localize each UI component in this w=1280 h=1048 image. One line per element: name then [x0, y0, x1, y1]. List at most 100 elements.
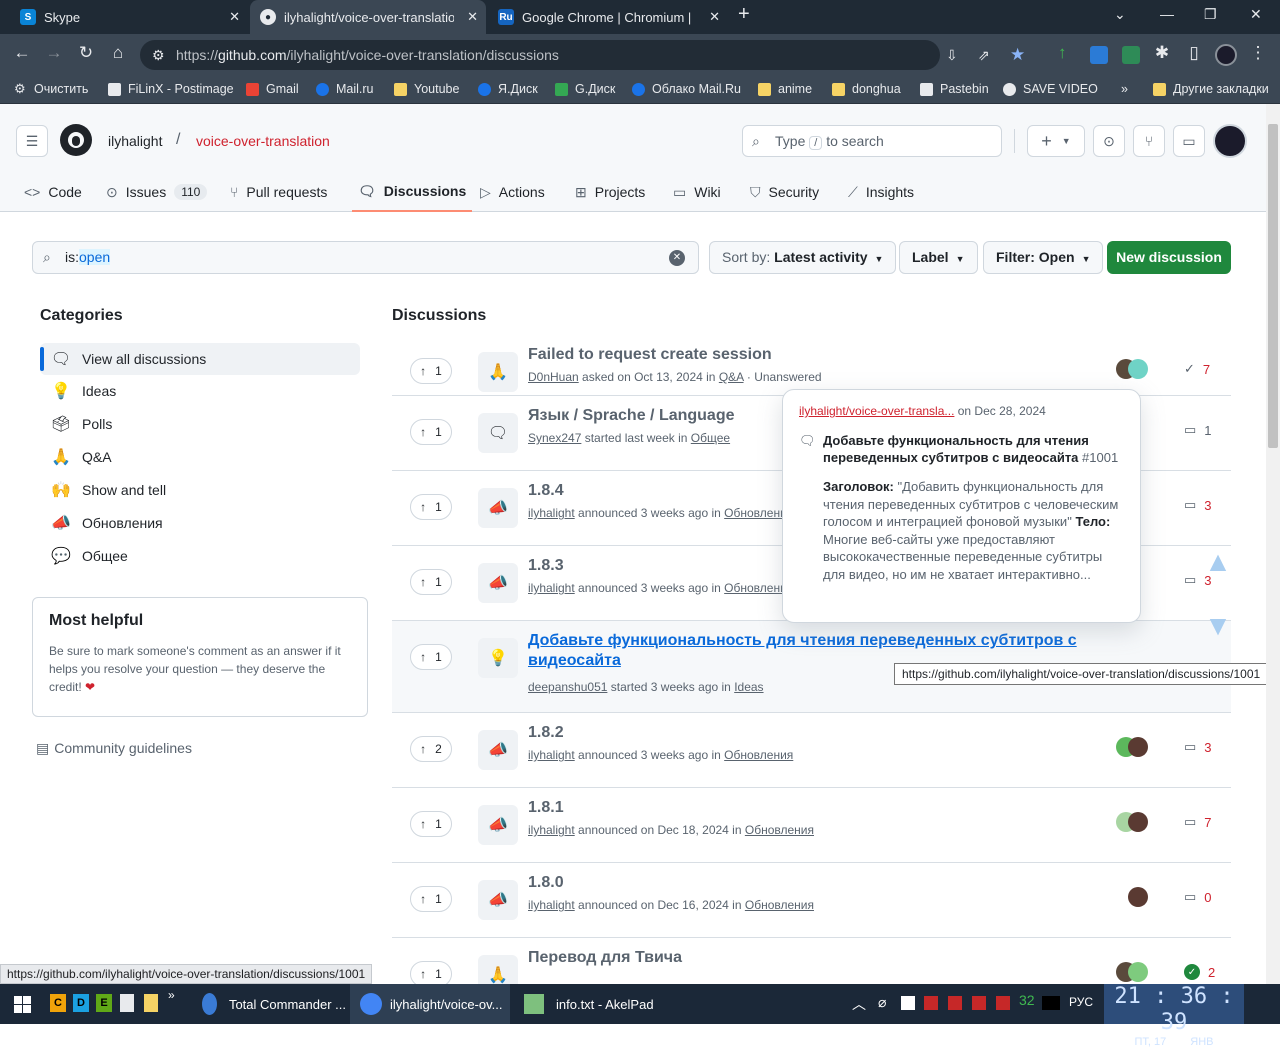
share-icon[interactable]: ⇗ — [978, 40, 990, 70]
clock[interactable]: 21 : 36 : 39 ПТ, 17 ЯНВ — [1104, 984, 1244, 1048]
taskbar-akelpad[interactable]: info.txt - AkelPad — [514, 984, 664, 1024]
github-logo-icon[interactable] — [60, 124, 92, 156]
discussion-row[interactable]: ↑ 1 📣 1.8.0 ilyhalight announced on Dec 1… — [392, 862, 1231, 937]
tab-search-icon[interactable]: ⌄ — [1114, 6, 1126, 23]
discussion-title[interactable]: 1.8.2 — [528, 724, 564, 742]
tab-actions[interactable]: ▷ Actions — [480, 172, 545, 212]
discussion-title[interactable]: 1.8.0 — [528, 874, 564, 892]
scroll-up-icon[interactable]: ▲ — [1203, 548, 1233, 576]
forward-icon[interactable]: → — [42, 43, 66, 63]
bookmark-item[interactable]: Pastebin — [920, 82, 989, 96]
category-updates[interactable]: 📣 Обновления — [40, 507, 360, 539]
paperclip-icon[interactable]: ⌀ — [878, 994, 886, 1011]
bookmark-star-icon[interactable]: ★ — [1010, 40, 1025, 70]
close-tab-icon[interactable]: ✕ — [467, 9, 478, 25]
avatar[interactable] — [1128, 359, 1148, 379]
upvote-button[interactable]: ↑ 1 — [410, 419, 452, 445]
restore-icon[interactable]: ❐ — [1204, 6, 1217, 23]
folder-icon[interactable] — [144, 994, 158, 1012]
discussion-row[interactable]: ↑ 1 📣 1.8.1 ilyhalight announced on Dec 1… — [392, 787, 1231, 862]
bookmark-item[interactable]: FiLinX - Postimage — [108, 82, 234, 96]
tab-code[interactable]: <> Code — [24, 172, 82, 212]
tray-counter[interactable]: 32 — [1019, 992, 1035, 1008]
tab-chrome-sf[interactable]: Ru Google Chrome | Chromium | SF ✕ — [488, 0, 728, 34]
hamburger-icon[interactable]: ☰ — [16, 125, 48, 157]
filter-dropdown[interactable]: Filter: Open ▼ — [983, 241, 1104, 274]
discussion-title[interactable]: Язык / Sprache / Language — [528, 407, 735, 425]
hovercard-title[interactable]: Добавьте функциональность для чтения пер… — [823, 433, 1089, 465]
upvote-button[interactable]: ↑ 1 — [410, 358, 452, 384]
language-indicator[interactable]: РУС — [1069, 995, 1093, 1009]
clear-search-icon[interactable]: ✕ — [669, 250, 685, 266]
tray-app-icon[interactable] — [996, 996, 1010, 1010]
upvote-button[interactable]: ↑ 1 — [410, 569, 452, 595]
shield-extension-icon[interactable] — [1122, 46, 1140, 64]
upvote-button[interactable]: ↑ 1 — [410, 886, 452, 912]
menu-icon[interactable]: ⋮ — [1246, 43, 1270, 63]
discussion-title[interactable]: Перевод для Твича — [528, 949, 682, 967]
repo-name-link[interactable]: voice-over-translation — [196, 133, 330, 149]
discussion-title[interactable]: 1.8.4 — [528, 482, 564, 500]
link-extension-icon[interactable] — [1090, 46, 1108, 64]
bookmark-item[interactable]: SAVE VIDEO — [1003, 82, 1098, 96]
bookmark-item[interactable]: ⚙ Очистить — [14, 81, 88, 96]
taskbar-total-commander[interactable]: Total Commander ... — [192, 984, 346, 1024]
tray-app-icon[interactable] — [901, 996, 915, 1010]
more-bookmarks[interactable]: » — [1121, 82, 1128, 96]
extensions-icon[interactable]: ✱ — [1150, 43, 1174, 63]
bookmark-item[interactable]: Youtube — [394, 82, 459, 96]
discussion-row[interactable]: ↑ 1 🙏 Перевод для Твича ✓ 2 — [392, 937, 1231, 984]
bookmark-item[interactable]: Mail.ru — [316, 82, 374, 96]
new-tab-button[interactable]: + — [738, 3, 750, 26]
bookmark-item[interactable]: Облако Mail.Ru — [632, 82, 741, 96]
close-tab-icon[interactable]: ✕ — [709, 9, 720, 25]
pull-requests-icon[interactable]: ⑂ — [1133, 125, 1165, 157]
tray-app-icon[interactable] — [972, 996, 986, 1010]
tab-security[interactable]: ⛉ Security — [750, 172, 819, 212]
discussion-title[interactable]: 1.8.1 — [528, 799, 564, 817]
tab-pull-requests[interactable]: ⑂ Pull requests — [230, 172, 327, 212]
tab-discussions[interactable]: 🗨 Discussions — [352, 172, 473, 212]
category-show-and-tell[interactable]: 🙌 Show and tell — [40, 474, 360, 506]
quick-launch-c[interactable]: C — [50, 994, 66, 1012]
taskbar-chrome[interactable]: ilyhalight/voice-ov... — [350, 984, 510, 1024]
hovercard-repo-link[interactable]: ilyhalight/voice-over-transla... — [799, 404, 954, 418]
page-scrollbar-thumb[interactable] — [1268, 124, 1278, 448]
notepad-icon[interactable] — [120, 994, 134, 1012]
bookmark-item[interactable]: donghua — [832, 82, 901, 96]
close-window-icon[interactable]: ✕ — [1250, 6, 1262, 23]
tray-app-icon[interactable] — [1042, 996, 1060, 1010]
sort-dropdown[interactable]: Sort by: Latest activity ▼ — [709, 241, 897, 274]
discussion-row[interactable]: ↑ 2 📣 1.8.2 ilyhalight announced 3 weeks … — [392, 712, 1231, 787]
tab-projects[interactable]: ⊞ Projects — [575, 172, 645, 212]
avatar[interactable] — [1128, 737, 1148, 757]
tab-insights[interactable]: ⟋ Insights — [848, 172, 914, 212]
category-general[interactable]: 💬 Общее — [40, 540, 360, 572]
category-ideas[interactable]: 💡 Ideas — [40, 375, 360, 407]
avatar[interactable] — [1128, 887, 1148, 907]
upvote-button[interactable]: ↑ 1 — [410, 494, 452, 520]
label-dropdown[interactable]: Label ▼ — [899, 241, 978, 274]
tab-skype[interactable]: S Skype ✕ — [10, 0, 248, 34]
discussion-title[interactable]: Failed to request create session — [528, 346, 772, 364]
back-icon[interactable]: ← — [10, 43, 34, 63]
windows-start-icon[interactable] — [14, 996, 31, 1013]
user-avatar[interactable] — [1213, 124, 1247, 158]
new-discussion-button[interactable]: New discussion — [1107, 241, 1231, 274]
bookmark-item[interactable]: Я.Диск — [478, 82, 538, 96]
category-qa[interactable]: 🙏 Q&A — [40, 441, 360, 473]
tab-github[interactable]: ● ilyhalight/voice-over-translation ✕ — [250, 0, 486, 34]
bookmark-item[interactable]: anime — [758, 82, 812, 96]
discussion-search-input[interactable]: ⌕ is:open ✕ — [32, 241, 699, 274]
side-panel-icon[interactable]: ▯ — [1182, 43, 1206, 63]
issues-icon[interactable]: ⊙ — [1093, 125, 1125, 157]
reload-icon[interactable]: ↻ — [74, 43, 98, 63]
tab-wiki[interactable]: ▭ Wiki — [673, 172, 721, 212]
quick-launch-e[interactable]: E — [96, 994, 112, 1012]
global-search-input[interactable]: ⌕ Type / to search — [742, 125, 1002, 157]
avatar[interactable] — [1128, 812, 1148, 832]
tab-issues[interactable]: ⊙ Issues 110 — [106, 172, 208, 212]
community-guidelines-link[interactable]: ▤ Community guidelines — [36, 740, 192, 757]
upvote-button[interactable]: ↑ 1 — [410, 644, 452, 670]
close-tab-icon[interactable]: ✕ — [229, 9, 240, 25]
